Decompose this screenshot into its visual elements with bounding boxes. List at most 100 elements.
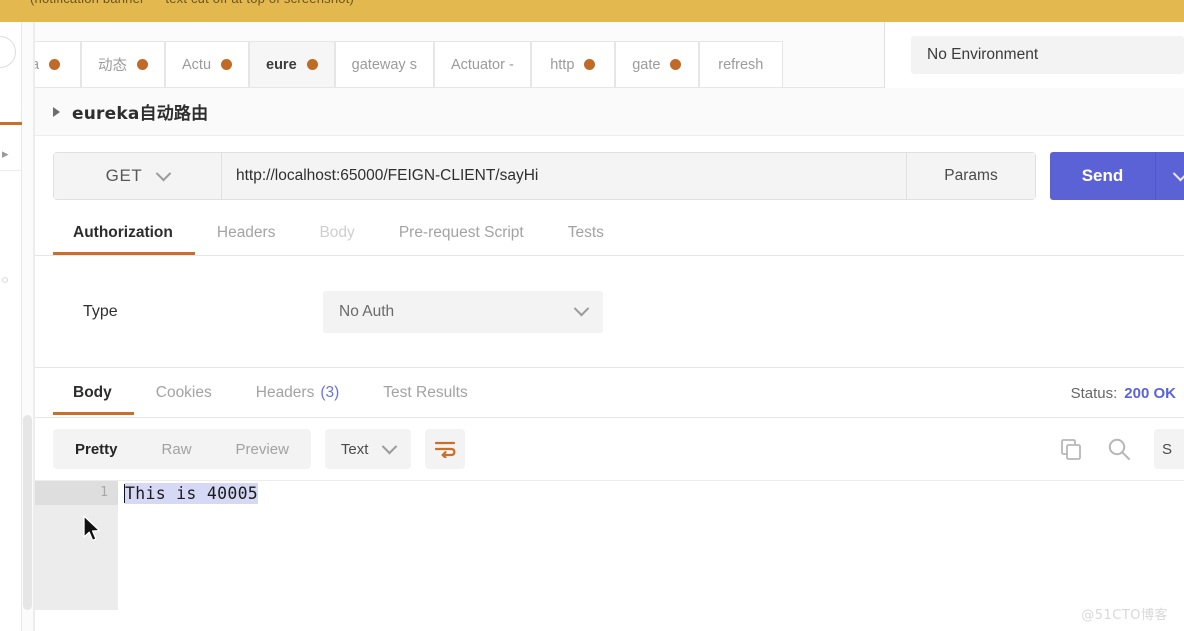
request-tab-ca[interactable]: ca <box>35 41 81 87</box>
request-tab-label: gateway s <box>351 56 417 73</box>
tab-headers[interactable]: Headers <box>195 211 298 255</box>
response-body-lines[interactable]: This is 40005 <box>118 481 1184 610</box>
response-tab-body[interactable]: Body <box>53 371 134 415</box>
send-options-button[interactable] <box>1156 152 1184 200</box>
response-viewer-toolbar: Pretty Raw Preview Text S <box>35 418 1184 480</box>
request-section-tabs: Authorization Headers Body Pre-request S… <box>35 212 1184 256</box>
headers-count-badge: (3) <box>320 383 340 401</box>
unsaved-dot-icon <box>221 59 233 70</box>
authorization-panel: Type No Auth <box>35 256 1184 368</box>
request-tab-dongtai[interactable]: 动态 <box>81 41 165 87</box>
left-rail: ▸ <box>0 22 22 631</box>
request-tab-actuator[interactable]: Actuator - <box>433 41 531 87</box>
tab-label: Test Results <box>383 383 468 401</box>
tab-label: Headers <box>216 224 276 241</box>
tab-label: Cookies <box>155 383 212 401</box>
left-rail-bullet-icon <box>2 277 8 283</box>
view-mode-preview[interactable]: Preview <box>214 429 311 469</box>
view-mode-segmented-control: Pretty Raw Preview <box>53 429 311 469</box>
tab-label: Pre-request Script <box>398 224 524 241</box>
tab-label: Headers <box>255 383 315 401</box>
send-button-group: Send <box>1050 152 1184 200</box>
status-label: Status: <box>1070 384 1118 402</box>
request-tab-actu[interactable]: Actu <box>165 41 250 87</box>
url-bar-row: GET http://localhost:65000/FEIGN-CLIENT/… <box>35 136 1184 212</box>
view-mode-label: Preview <box>235 440 289 458</box>
avatar-circle-icon <box>0 36 16 68</box>
main-panel: ca 动态 Actu eure gateway s <box>35 22 1184 631</box>
request-tab-gateway[interactable]: gateway s <box>334 41 434 87</box>
send-button[interactable]: Send <box>1050 152 1156 200</box>
view-mode-label: Pretty <box>75 440 118 458</box>
response-tab-headers[interactable]: Headers (3) <box>234 371 362 415</box>
environment-value[interactable]: No Environment <box>911 36 1184 74</box>
request-tab-label: Actuator - <box>450 56 514 73</box>
request-tab-label: gate <box>632 56 661 73</box>
request-tab-label: refresh <box>718 56 764 73</box>
tab-label: Body <box>319 224 355 241</box>
chevron-down-icon <box>573 300 590 317</box>
response-format-value: Text <box>340 440 369 458</box>
notification-banner[interactable]: (notification banner — text cut off at t… <box>0 0 1184 22</box>
url-input[interactable]: http://localhost:65000/FEIGN-CLIENT/sayH… <box>222 153 907 199</box>
request-tab-gate[interactable]: gate <box>614 41 699 87</box>
line-number: 1 <box>100 485 108 500</box>
auth-type-value: No Auth <box>339 302 395 320</box>
copy-icon <box>1061 439 1081 460</box>
request-tab-label: Actu <box>182 56 212 73</box>
watermark: @51CTO博客 <box>1081 608 1168 623</box>
view-mode-label: Raw <box>161 440 192 458</box>
environment-selector[interactable]: No Environment <box>884 22 1184 88</box>
status-badge: 200 OK <box>1124 384 1176 402</box>
tab-label: Authorization <box>73 224 173 241</box>
unsaved-dot-icon <box>670 59 682 70</box>
request-title-row: eureka自动路由 <box>35 88 1184 136</box>
tab-body[interactable]: Body <box>297 211 376 255</box>
url-bar: GET http://localhost:65000/FEIGN-CLIENT/… <box>53 152 1036 200</box>
view-mode-pretty[interactable]: Pretty <box>53 429 140 469</box>
copy-button[interactable] <box>1058 436 1084 462</box>
response-tab-cookies[interactable]: Cookies <box>134 371 234 415</box>
params-button[interactable]: Params <box>907 153 1035 199</box>
chevron-down-icon <box>382 438 398 454</box>
tab-label: Body <box>73 383 112 401</box>
tab-authorization[interactable]: Authorization <box>53 211 195 255</box>
search-button[interactable] <box>1106 436 1132 462</box>
auth-type-label: Type <box>83 302 118 320</box>
word-wrap-button[interactable] <box>425 429 466 469</box>
request-tab-label: ca <box>35 56 40 73</box>
request-tab-bar: ca 动态 Actu eure gateway s <box>35 22 1184 88</box>
response-tab-test-results[interactable]: Test Results <box>361 371 489 415</box>
collapse-triangle-icon[interactable] <box>53 106 60 117</box>
tab-label: Tests <box>567 224 604 241</box>
request-tab-eureka[interactable]: eure <box>249 41 335 87</box>
request-tab-label: http <box>550 56 575 73</box>
response-body-text[interactable]: This is 40005 <box>125 482 259 504</box>
save-response-label: S <box>1162 440 1173 458</box>
viewer-actions: S <box>1058 418 1184 480</box>
response-format-select[interactable]: Text <box>324 429 412 469</box>
unsaved-dot-icon <box>584 59 596 70</box>
request-tab-refresh[interactable]: refresh <box>698 41 783 87</box>
unsaved-dot-icon <box>49 59 61 70</box>
word-wrap-icon <box>435 441 456 458</box>
request-tab-label: 动态 <box>98 58 127 74</box>
chevron-down-icon <box>156 165 172 181</box>
unsaved-dot-icon <box>306 59 318 70</box>
tab-pre-request-script[interactable]: Pre-request Script <box>377 211 546 255</box>
response-status: Status: 200 OK <box>1071 368 1176 418</box>
view-mode-raw[interactable]: Raw <box>140 429 214 469</box>
tab-tests[interactable]: Tests <box>546 211 626 255</box>
request-tab-http[interactable]: http <box>530 41 615 87</box>
search-icon <box>1108 438 1130 460</box>
auth-type-select[interactable]: No Auth <box>323 290 603 333</box>
save-response-button[interactable]: S <box>1154 429 1184 469</box>
vertical-scrollbar-thumb[interactable] <box>23 415 32 610</box>
response-body-line-1[interactable]: This is 40005 <box>118 481 259 505</box>
request-tab-list: ca 动态 Actu eure gateway s <box>35 22 783 87</box>
notification-banner-text: (notification banner — text cut off at t… <box>30 0 354 6</box>
response-section-tabs: Body Cookies Headers (3) Test Results St… <box>35 368 1184 418</box>
http-method-select[interactable]: GET <box>54 153 222 199</box>
response-body-viewer[interactable]: 1 This is 40005 <box>35 480 1184 610</box>
expand-triangle-icon[interactable]: ▸ <box>2 146 9 162</box>
